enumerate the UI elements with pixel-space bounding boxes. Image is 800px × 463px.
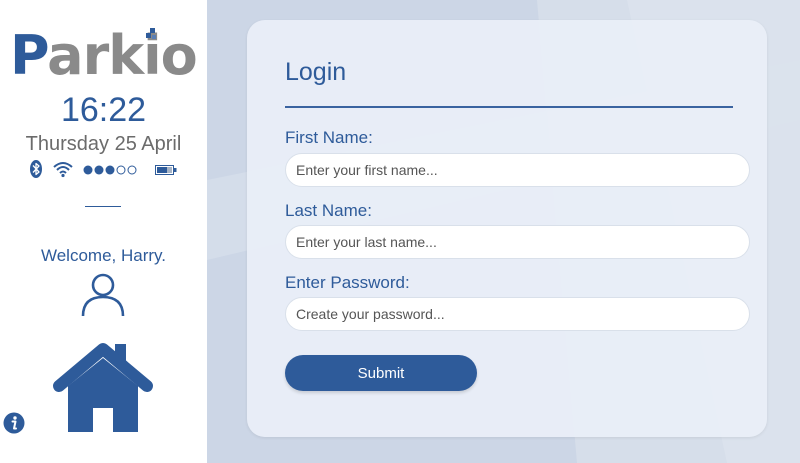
user-name: Harry [120, 246, 162, 265]
parkio-logo: Parkio [10, 26, 200, 86]
home-icon[interactable] [52, 340, 154, 434]
logo-letter-p: P [10, 24, 48, 87]
last-name-input[interactable] [285, 225, 750, 259]
first-name-input[interactable] [285, 153, 750, 187]
submit-button[interactable]: Submit [285, 355, 477, 391]
bluetooth-icon [30, 160, 42, 178]
title-underline [285, 106, 733, 108]
password-label: Enter Password: [285, 273, 410, 292]
signal-dots-icon [83, 165, 137, 175]
main-area: Login First Name: Last Name: Enter Passw… [207, 0, 800, 463]
welcome-suffix: . [161, 246, 167, 265]
sidebar-divider [85, 206, 121, 207]
welcome-message: Welcome, Harry. [0, 246, 207, 266]
welcome-prefix: Welcome, [40, 246, 121, 265]
last-name-label: Last Name: [285, 201, 372, 220]
logo-pixel [152, 35, 156, 39]
logo-pixel [146, 33, 151, 38]
login-title: Login [285, 58, 347, 86]
sidebar: Parkio 16:22 Thursday 25 April Welcome, … [0, 0, 207, 463]
logo-text: Parkio [10, 24, 198, 87]
password-input[interactable] [285, 297, 750, 331]
clock-date: Thursday 25 April [25, 133, 182, 155]
battery-icon [155, 165, 177, 175]
clock-time: 16:22 [60, 91, 147, 129]
status-bar [30, 160, 180, 180]
login-card: Login First Name: Last Name: Enter Passw… [247, 20, 767, 437]
first-name-label: First Name: [285, 128, 373, 147]
logo-letters-arkio: arkio [47, 24, 198, 87]
user-icon[interactable] [80, 272, 126, 318]
info-icon[interactable] [3, 412, 25, 434]
wifi-icon [53, 162, 73, 178]
